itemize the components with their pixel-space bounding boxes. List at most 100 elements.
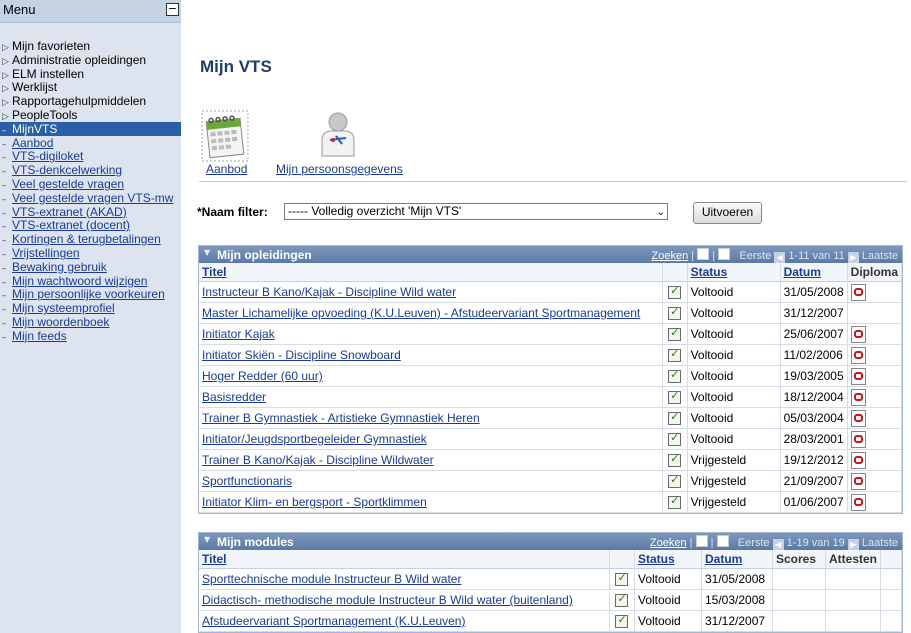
view-all-icon[interactable] [697, 248, 710, 260]
grid-toggle-icon[interactable]: ▼ [204, 248, 210, 257]
sidebar-item[interactable]: ▷ PeopleTools [0, 108, 181, 122]
download-grid-icon[interactable] [716, 535, 729, 547]
course-title-link[interactable]: Initiator Kajak [199, 323, 663, 345]
next-arrow-icon[interactable]: ▶ [847, 539, 859, 550]
pdf-icon[interactable] [850, 430, 866, 448]
modules-table: Titel Status Datum Scores Attesten Sport… [199, 550, 902, 632]
col-title[interactable]: Titel [199, 263, 663, 282]
sidebar-item[interactable]: – Mijn persoonlijke voorkeuren [0, 287, 181, 301]
module-title-link[interactable]: Sporttechnische module Instructeur B Wil… [199, 568, 610, 590]
modules-grid: ▼ Mijn modules Zoeken | | Eerste ◀ 1-19 … [198, 532, 903, 633]
col-status[interactable]: Status [634, 550, 702, 569]
prev-arrow-icon[interactable]: ◀ [772, 539, 784, 550]
sidebar-item[interactable]: – Bewaking gebruik [0, 260, 181, 274]
sidebar-item-label: Mijn persoonlijke voorkeuren [12, 287, 165, 302]
checkbox-icon [668, 452, 682, 468]
col-check [662, 263, 688, 282]
view-all-icon[interactable] [695, 535, 708, 547]
grid-scrollbar[interactable] [880, 610, 902, 632]
sidebar-item[interactable]: – Vrijstellingen [0, 246, 181, 260]
sidebar-item[interactable]: ▷ Rapportagehulpmiddelen [0, 94, 181, 108]
course-title-link[interactable]: Instructeur B Kano/Kajak - Discipline Wi… [199, 281, 663, 303]
sidebar-item[interactable]: – MijnVTS [0, 121, 181, 136]
sidebar-item[interactable]: – VTS-extranet (AKAD) [0, 205, 181, 219]
page-range: 1-19 van 19 [786, 537, 845, 549]
module-title-link[interactable]: Afstudeervariant Sportmanagement (K.U.Le… [199, 610, 610, 632]
sidebar-item-label: Mijn feeds [12, 328, 67, 343]
grid-toggle-icon[interactable]: ▼ [204, 535, 210, 544]
sidebar-item[interactable]: – Mijn woordenboek [0, 315, 181, 329]
sidebar-item[interactable]: – Mijn feeds [0, 329, 181, 343]
col-title[interactable]: Titel [199, 550, 610, 569]
download-grid-icon[interactable] [718, 248, 731, 260]
course-title-link[interactable]: Initiator/Jeugdsportbegeleider Gymnastie… [199, 428, 663, 450]
completed-check [609, 610, 635, 632]
sidebar-item[interactable]: – VTS-extranet (docent) [0, 218, 181, 232]
pdf-icon[interactable] [850, 451, 866, 469]
calendar-icon[interactable] [201, 110, 249, 162]
pdf-icon[interactable] [850, 325, 866, 343]
first-link: Eerste [739, 250, 772, 262]
tile-aanbod-link[interactable]: Aanbod [206, 162, 247, 176]
course-title-link[interactable]: Sportfunctionaris [199, 470, 663, 492]
sidebar-item[interactable]: – Aanbod [0, 136, 181, 150]
sidebar-item[interactable]: – Mijn wachtwoord wijzigen [0, 274, 181, 288]
course-status: Voltooid [687, 365, 781, 387]
table-row: Initiator Skiën - Discipline Snowboard Vo… [199, 344, 903, 366]
person-icon[interactable] [316, 110, 360, 158]
col-date[interactable]: Datum [780, 263, 848, 282]
grid-scrollbar[interactable] [880, 589, 902, 611]
course-title-link[interactable]: Hoger Redder (60 uur) [199, 365, 663, 387]
collapse-icon[interactable]: − [166, 3, 179, 16]
find-link[interactable]: Zoeken [650, 537, 687, 549]
sidebar-item[interactable]: ▷ ELM instellen [0, 67, 181, 81]
pdf-icon[interactable] [850, 367, 866, 385]
next-arrow-icon[interactable]: ▶ [847, 252, 859, 263]
pdf-icon[interactable] [850, 388, 866, 406]
sidebar-item[interactable]: – Veel gestelde vragen VTS-mw [0, 191, 181, 205]
grid-scrollbar[interactable] [880, 568, 902, 590]
name-filter-select[interactable]: ----- Volledig overzicht 'Mijn VTS' ⌄ [284, 203, 668, 220]
completed-check [662, 323, 688, 345]
sidebar-item[interactable]: ▷ Administratie opleidingen [0, 53, 181, 67]
sidebar-item[interactable]: ▷ Mijn favorieten [0, 39, 181, 53]
prev-arrow-icon[interactable]: ◀ [774, 252, 786, 263]
completed-check [662, 365, 688, 387]
pdf-icon[interactable] [850, 472, 866, 490]
col-scores: Scores [772, 550, 826, 569]
pdf-icon[interactable] [850, 493, 866, 511]
table-row: Sportfunctionaris Vrijgesteld21/09/2007 [199, 470, 903, 492]
module-title-link[interactable]: Didactisch- methodische module Instructe… [199, 589, 610, 611]
course-title-link[interactable]: Initiator Skiën - Discipline Snowboard [199, 344, 663, 366]
checkbox-icon [668, 347, 682, 363]
pdf-icon[interactable] [850, 283, 866, 301]
col-status[interactable]: Status [687, 263, 781, 282]
col-date[interactable]: Datum [701, 550, 773, 569]
sidebar-item-label: VTS-digiloket [12, 149, 84, 164]
sidebar-item[interactable]: ▷ Werklijst [0, 80, 181, 94]
course-diploma [847, 302, 903, 324]
course-title-link[interactable]: Trainer B Gymnastiek - Artistieke Gymnas… [199, 407, 663, 429]
sidebar-item[interactable]: – Veel gestelde vragen [0, 177, 181, 191]
find-link[interactable]: Zoeken [652, 250, 689, 262]
course-title-link[interactable]: Initiator Klim- en bergsport - Sportklim… [199, 491, 663, 513]
course-date: 21/09/2007 [780, 470, 848, 492]
sidebar-item[interactable]: – Mijn systeemprofiel [0, 301, 181, 315]
tile-personal-link[interactable]: Mijn persoonsgegevens [276, 162, 403, 176]
course-title-link[interactable]: Master Lichamelijke opvoeding (K.U.Leuve… [199, 302, 663, 324]
course-title-link[interactable]: Basisredder [199, 386, 663, 408]
completed-check [662, 428, 688, 450]
sidebar-item[interactable]: – Kortingen & terugbetalingen [0, 232, 181, 246]
sidebar-item[interactable]: – VTS-digiloket [0, 149, 181, 163]
table-row: Basisredder Voltooid18/12/2004 [199, 386, 903, 408]
completed-check [662, 407, 688, 429]
course-date: 18/12/2004 [780, 386, 848, 408]
run-button[interactable]: Uitvoeren [693, 202, 762, 224]
pdf-icon[interactable] [850, 346, 866, 364]
module-attests [825, 589, 882, 611]
pdf-icon[interactable] [850, 409, 866, 427]
sidebar-item-label: VTS-denkcelwerking [12, 163, 123, 178]
sidebar-item[interactable]: – VTS-denkcelwerking [0, 163, 181, 177]
course-title-link[interactable]: Trainer B Kano/Kajak - Discipline Wildwa… [199, 449, 663, 471]
module-attests [825, 610, 882, 632]
